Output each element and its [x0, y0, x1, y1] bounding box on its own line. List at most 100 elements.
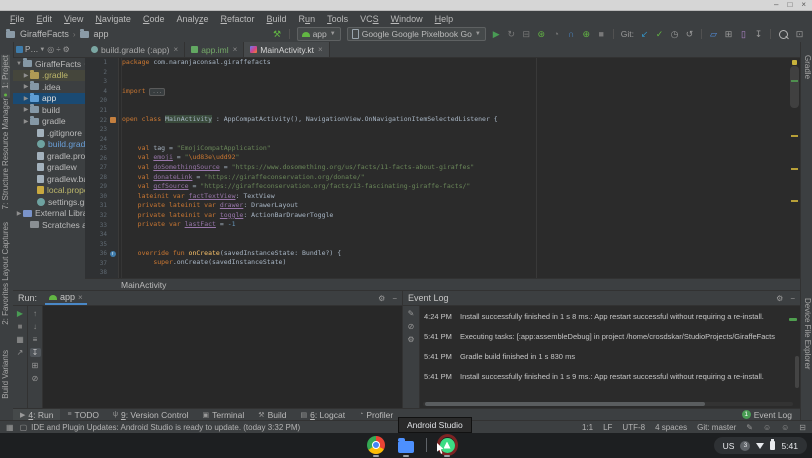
rerun-button[interactable]: ▶ [15, 309, 26, 318]
toolwindow-build[interactable]: ⚒Build [251, 409, 293, 420]
editor-code-area[interactable]: package com.naranjaconsal.giraffefactsim… [119, 58, 800, 278]
profiler-button[interactable]: ∩ [565, 27, 578, 41]
override-marker-icon[interactable]: ↑ [110, 251, 116, 257]
feedback-smiley2-icon[interactable]: ☺ [781, 423, 789, 432]
apply-code-changes-button[interactable]: ⊕ [580, 27, 593, 41]
pin-tab-button[interactable]: ↗ [15, 348, 26, 357]
settings-gear-icon[interactable]: ⚙ [63, 45, 70, 54]
project-tree[interactable]: ▼GiraffeFacts~/S▶.gradle▶.idea▶app▶build… [13, 58, 86, 290]
toolwindow-profiler[interactable]: ◔Profiler [352, 409, 400, 420]
tab-build-gradle-app-[interactable]: build.gradle (:app)× [85, 42, 185, 57]
sdk-manager-button[interactable]: ↧ [752, 27, 765, 41]
stop-button[interactable]: ■ [595, 27, 608, 41]
tool-window-switcher-icon[interactable]: ▦ [6, 423, 14, 432]
code-editor[interactable]: 12342021222324252627282930313233343536↑3… [85, 58, 800, 278]
clear-all-icon[interactable]: ⊘ [406, 322, 417, 331]
stop-button[interactable]: ■ [15, 322, 26, 331]
down-stack-trace-button[interactable]: ↓ [30, 322, 41, 331]
git-rollback-button[interactable]: ↺ [683, 27, 696, 41]
settings-gear-icon[interactable]: ⚙ [378, 294, 385, 303]
soft-wrap-button[interactable]: ≡ [30, 335, 41, 344]
minimize-icon[interactable]: – [774, 0, 778, 10]
feedback-smiley-icon[interactable]: ☺ [763, 423, 771, 432]
search-everywhere-button[interactable] [779, 30, 788, 39]
tree-item-scratches-and-consoles[interactable]: Scratches and Consoles [13, 219, 85, 231]
scroll-to-end-button[interactable]: ↧ [30, 348, 41, 357]
menu-navigate[interactable]: Navigate [89, 14, 137, 24]
device-combo[interactable]: Google Google Pixelbook Go▼ [347, 27, 486, 41]
project-view-combo[interactable]: P…▼ [25, 45, 45, 54]
coverage-button[interactable]: ⊟ [520, 27, 533, 41]
tree-arrow-icon[interactable]: ▶ [22, 118, 30, 125]
shelf-status-area[interactable]: US 3 5:41 [714, 437, 807, 454]
notification-icon[interactable]: ▢ [20, 423, 28, 432]
breadcrumb-item-giraffefacts[interactable]: GiraffeFacts [20, 29, 69, 39]
menu-run[interactable]: Run [293, 14, 322, 24]
stripe-resource-manager[interactable]: Resource Manager [1, 98, 10, 166]
menu-window[interactable]: Window [385, 14, 429, 24]
tree-item-gradle-properties[interactable]: gradle.properties [13, 150, 85, 162]
tree-item--gradle[interactable]: ▶.gradle [13, 70, 85, 82]
run-button[interactable]: ▶ [490, 27, 503, 41]
settings-gear-icon[interactable]: ⚙ [776, 294, 783, 303]
print-button[interactable]: ⊞ [30, 361, 41, 370]
breadcrumb-class[interactable]: MainActivity [121, 280, 166, 290]
tree-arrow-icon[interactable]: ▶ [22, 106, 30, 113]
android-studio-icon[interactable] [437, 435, 457, 455]
debug-button[interactable]: ⊛ [535, 27, 548, 41]
stripe-device-file-explorer[interactable]: Device File Explorer [803, 298, 812, 370]
toolwindow-run[interactable]: ▶4: Run [13, 409, 60, 420]
settings-wrench-icon[interactable]: ⚙ [406, 335, 417, 344]
tree-arrow-icon[interactable]: ▶ [22, 72, 30, 79]
locate-file-button[interactable]: ◎ [47, 45, 54, 54]
tree-arrow-icon[interactable]: ▼ [15, 61, 23, 67]
write-access-icon[interactable]: ✎ [746, 423, 753, 432]
breadcrumb[interactable]: GiraffeFacts›app [6, 29, 109, 39]
tree-item-app[interactable]: ▶app [13, 93, 85, 105]
chrome-icon[interactable] [366, 435, 386, 455]
line-separator[interactable]: LF [603, 423, 612, 432]
tree-arrow-icon[interactable]: ▶ [22, 83, 30, 90]
toolwindow-version-control[interactable]: ψ9: Version Control [106, 409, 196, 420]
menu-analyze[interactable]: Analyze [170, 14, 214, 24]
git-commit-button[interactable]: ✓ [653, 27, 666, 41]
encoding[interactable]: UTF-8 [622, 423, 645, 432]
up-stack-trace-button[interactable]: ↑ [30, 309, 41, 318]
structure-popup-button[interactable]: ⊡ [793, 27, 806, 41]
minimize-icon[interactable]: − [392, 294, 397, 303]
tree-item--idea[interactable]: ▶.idea [13, 81, 85, 93]
caret-position[interactable]: 1:1 [582, 423, 593, 432]
menu-refactor[interactable]: Refactor [215, 14, 261, 24]
tree-item-gradle[interactable]: ▶gradle [13, 116, 85, 128]
event-log-entries[interactable]: 4:24 PMInstall successfully finished in … [420, 306, 800, 408]
maximize-icon[interactable]: □ [787, 0, 792, 10]
close-icon[interactable]: × [318, 45, 323, 54]
tree-item-external-libraries[interactable]: ▶External Libraries [13, 208, 85, 220]
tree-arrow-icon[interactable]: ▶ [22, 95, 30, 102]
indent[interactable]: 4 spaces [655, 423, 687, 432]
tree-item-local-properties[interactable]: local.properties [13, 185, 85, 197]
menu-build[interactable]: Build [261, 14, 293, 24]
stripe-gradle[interactable]: Gradle [803, 55, 812, 79]
breadcrumb-item-app[interactable]: app [94, 29, 109, 39]
collapse-all-button[interactable]: ÷ [56, 45, 60, 54]
layout-inspector-button[interactable]: ⊞ [722, 27, 735, 41]
avd-manager-button[interactable]: ▯ [737, 27, 750, 41]
event-log-hscrollbar[interactable] [423, 402, 793, 406]
menu-edit[interactable]: Edit [31, 14, 59, 24]
stripe-1-project[interactable]: ● 1: Project [1, 55, 10, 98]
close-icon[interactable]: × [233, 45, 238, 54]
mark-all-read-icon[interactable]: ✎ [406, 309, 417, 318]
tree-item-build-gradle[interactable]: build.gradle [13, 139, 85, 151]
run-config-combo[interactable]: app▼ [297, 27, 341, 41]
stripe-2-favorites[interactable]: 2: Favorites [1, 283, 10, 325]
menu-tools[interactable]: Tools [321, 14, 354, 24]
stripe-layout-captures[interactable]: Layout Captures [1, 222, 10, 281]
restart-activity-button[interactable]: ▦ [15, 335, 26, 344]
tree-item-settings-gradle[interactable]: settings.gradle [13, 196, 85, 208]
inspection-status-icon[interactable] [792, 60, 797, 65]
apply-changes-button[interactable]: ↻ [505, 27, 518, 41]
minimize-icon[interactable]: − [790, 294, 795, 303]
status-message[interactable]: IDE and Plugin Updates: Android Studio i… [31, 423, 300, 432]
toolwindow-todo[interactable]: ≡TODO [60, 409, 106, 420]
